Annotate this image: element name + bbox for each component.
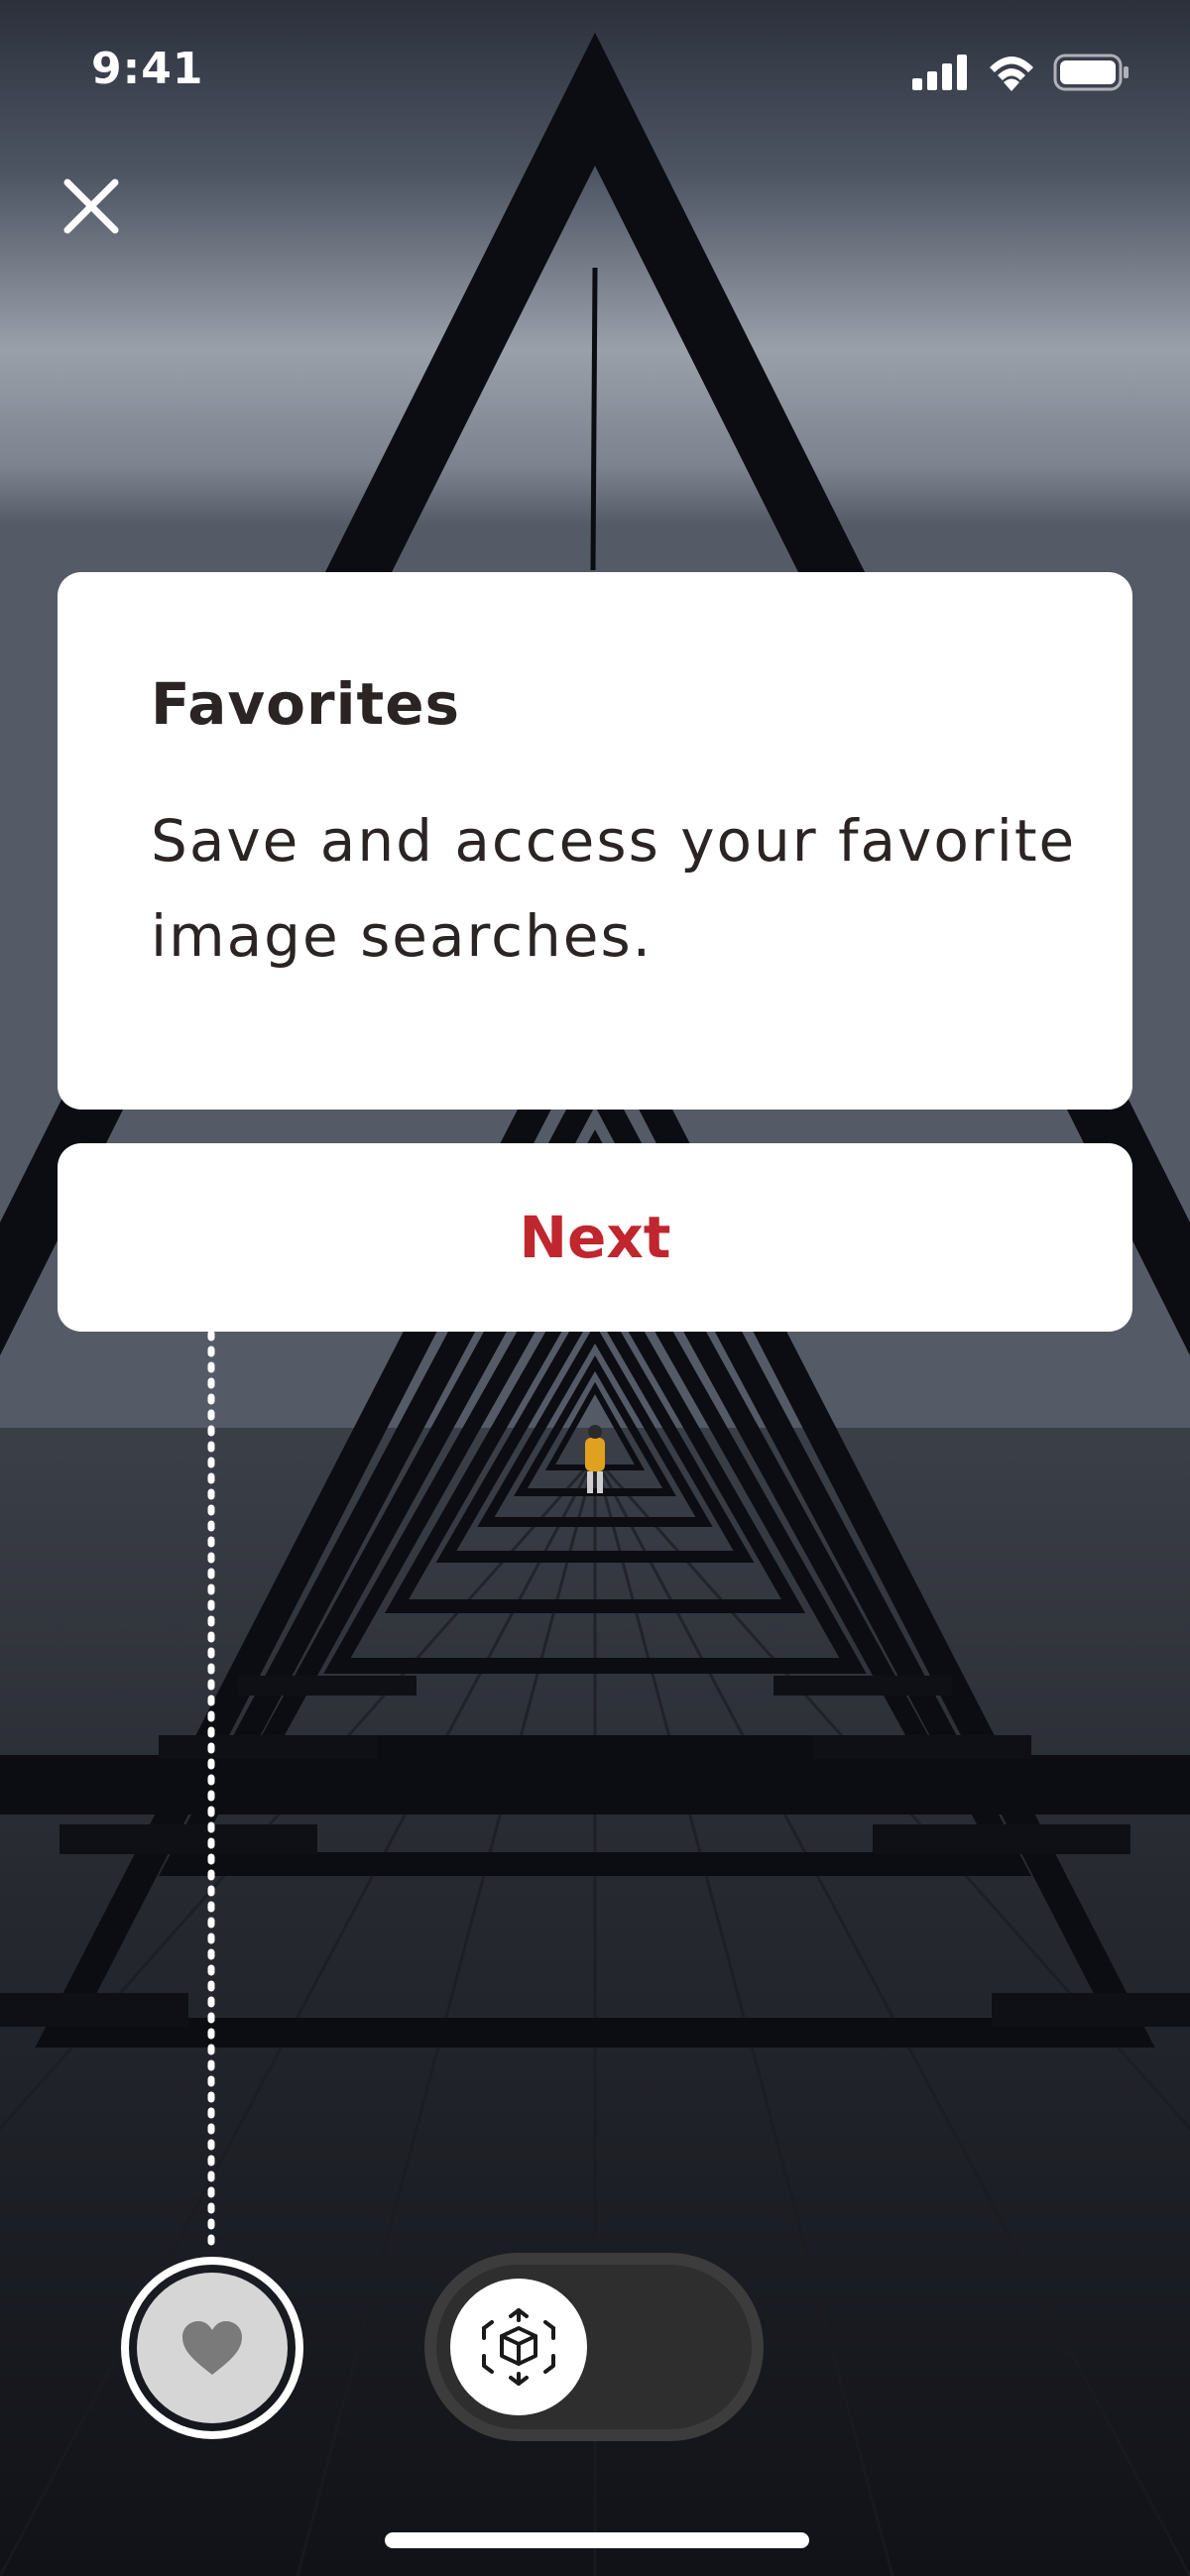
favorites-button[interactable] bbox=[121, 2257, 303, 2439]
status-time: 9:41 bbox=[91, 44, 204, 94]
next-button-label: Next bbox=[519, 1204, 671, 1271]
home-indicator[interactable] bbox=[385, 2532, 809, 2548]
ar-cube-icon bbox=[482, 2308, 555, 2386]
heart-icon bbox=[182, 2321, 242, 2375]
status-icons bbox=[912, 54, 1130, 91]
close-button[interactable] bbox=[54, 169, 129, 244]
cellular-signal-icon bbox=[912, 55, 967, 90]
next-button[interactable]: Next bbox=[58, 1143, 1132, 1332]
coachmark-title: Favorites bbox=[151, 670, 461, 738]
camera-search-screen: 9:41 Favorites Save and access your favo… bbox=[0, 0, 1190, 2576]
coachmark-body: Save and access your favorite image sear… bbox=[151, 807, 1077, 970]
ar-toggle-knob bbox=[450, 2279, 587, 2415]
ar-mode-toggle[interactable] bbox=[424, 2253, 764, 2441]
wifi-icon bbox=[990, 57, 1033, 91]
coachmark-card: Favorites Save and access your favorite … bbox=[58, 572, 1132, 1110]
close-icon bbox=[63, 178, 119, 234]
battery-icon bbox=[1053, 54, 1129, 91]
status-bar: 9:41 bbox=[0, 0, 1190, 149]
favorites-button-fill bbox=[137, 2273, 288, 2423]
